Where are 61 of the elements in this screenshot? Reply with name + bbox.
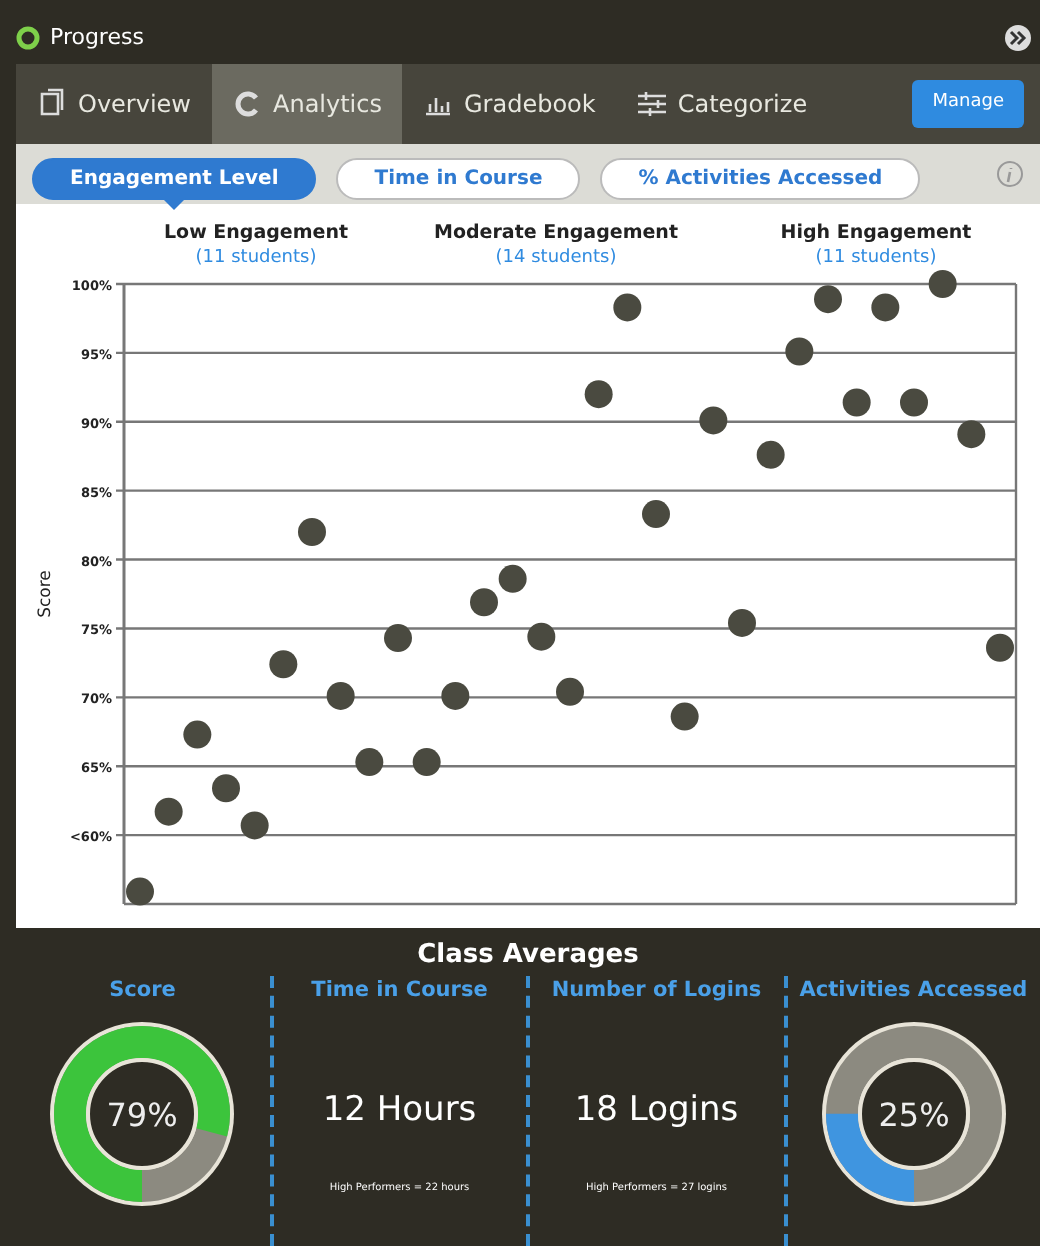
data-point: [785, 337, 814, 366]
data-point: [814, 285, 842, 314]
data-point: [154, 797, 183, 826]
data-point: [613, 293, 642, 322]
tab[interactable]: Categorize: [615, 64, 828, 144]
sliders-icon: [635, 88, 668, 120]
filter-tab[interactable]: % Activities Accessed: [600, 157, 921, 199]
data-point: [498, 564, 527, 593]
data-point: [842, 388, 871, 417]
data-point: [928, 270, 957, 298]
logo-icon: [16, 26, 40, 50]
group-title: Low Engagement: [163, 222, 349, 244]
window-title: Progress: [50, 21, 144, 54]
data-point: [412, 748, 441, 777]
percent-value: 79%: [106, 1096, 179, 1135]
data-point: [384, 624, 412, 653]
data-point: [642, 500, 670, 529]
data-point: [699, 406, 728, 435]
data-point: [126, 877, 154, 906]
metric-value: 18 Logins: [574, 1088, 739, 1135]
tab[interactable]: Analytics: [211, 64, 402, 144]
data-point: [240, 811, 269, 840]
metric-label: Time in Course: [311, 975, 488, 1005]
data-point: [871, 293, 900, 322]
filter-tab[interactable]: Time in Course: [336, 157, 581, 199]
data-point: [298, 518, 326, 546]
tab[interactable]: Overview: [16, 64, 211, 144]
data-point: [269, 650, 298, 679]
tab[interactable]: Gradebook: [402, 64, 616, 144]
metric-label: Number of Logins: [551, 975, 762, 1005]
ring-icon: [231, 88, 263, 120]
data-point: [355, 748, 384, 777]
data-point: [584, 380, 613, 409]
manage-button[interactable]: Manage: [912, 80, 1024, 128]
group-title: High Engagement: [780, 222, 972, 244]
data-point: [728, 608, 756, 637]
student-count: (11 students): [815, 248, 937, 268]
axis-title: Score: [36, 570, 56, 618]
data-point: [183, 720, 212, 749]
metric-value: 12 Hours: [322, 1088, 477, 1135]
student-count: (11 students): [195, 248, 317, 268]
pages-icon: [36, 88, 68, 120]
data-point: [900, 388, 928, 417]
metric-label: Activities Accessed: [799, 975, 1028, 1005]
data-point: [670, 702, 699, 731]
metric-label: Score: [109, 975, 176, 1005]
data-point: [441, 681, 470, 710]
data-point: [756, 440, 785, 469]
section-title: Class Averages: [417, 938, 639, 974]
data-point: [556, 677, 584, 706]
data-point: [957, 420, 986, 449]
data-point: [527, 622, 556, 651]
data-point: [470, 588, 498, 617]
percent-value: 25%: [877, 1096, 950, 1135]
data-point: [326, 681, 355, 710]
student-count: (14 students): [495, 248, 617, 268]
filter-tab[interactable]: Engagement Level: [32, 157, 317, 199]
group-title: Moderate Engagement: [434, 222, 678, 244]
data-point: [212, 774, 240, 803]
expand-icon[interactable]: [1004, 24, 1032, 52]
data-point: [986, 633, 1014, 662]
